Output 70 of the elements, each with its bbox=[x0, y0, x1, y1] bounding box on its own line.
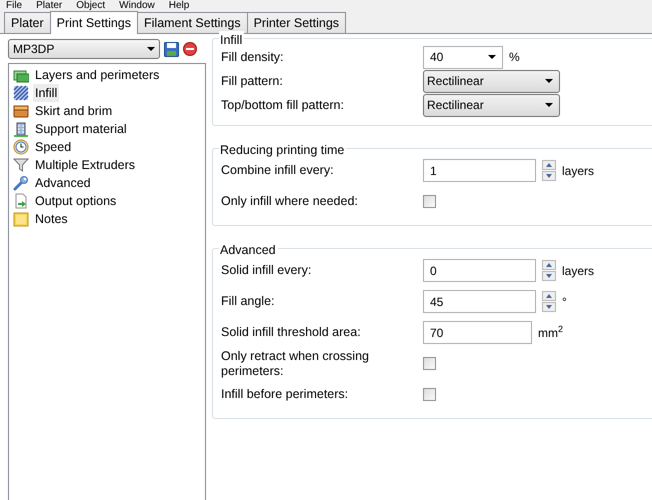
caret-icon bbox=[147, 47, 155, 51]
tab[interactable]: Filament Settings bbox=[137, 12, 248, 33]
unit-label: % bbox=[509, 49, 520, 66]
spin-down-button[interactable] bbox=[542, 271, 556, 281]
caret-icon bbox=[545, 79, 553, 83]
field-label: Top/bottom fill pattern: bbox=[221, 98, 345, 112]
tab[interactable]: Plater bbox=[4, 12, 51, 33]
caret-icon bbox=[488, 55, 496, 59]
document-arrow-icon bbox=[13, 193, 29, 209]
unit-label: layers bbox=[562, 162, 594, 180]
unit-label: layers bbox=[562, 262, 594, 280]
clock-icon bbox=[13, 139, 29, 155]
note-icon bbox=[13, 211, 29, 227]
unit-label: ° bbox=[562, 294, 567, 310]
caret-icon bbox=[545, 103, 553, 107]
spin-up-button[interactable] bbox=[542, 160, 556, 170]
spin-down-button[interactable] bbox=[542, 171, 556, 181]
checkbox[interactable] bbox=[423, 357, 436, 370]
sidebar-item[interactable]: Support material bbox=[33, 120, 129, 138]
menu-item[interactable]: File bbox=[6, 0, 22, 12]
menu-item[interactable]: Window bbox=[119, 0, 155, 12]
field-label: Solid infill every: bbox=[221, 263, 312, 278]
input-field[interactable]: 0 bbox=[423, 259, 536, 282]
delete-icon[interactable] bbox=[183, 42, 197, 56]
field-label: Combine infill every: bbox=[221, 163, 335, 178]
hatch-icon bbox=[13, 85, 29, 101]
menu-item[interactable]: Plater bbox=[36, 0, 62, 12]
checkbox[interactable] bbox=[423, 388, 436, 401]
field-label: Fill density: bbox=[221, 50, 285, 64]
density-dropdown[interactable]: 40 bbox=[423, 46, 503, 68]
up-arrow-icon bbox=[546, 163, 552, 167]
field-label: Fill pattern: bbox=[221, 74, 284, 88]
input-field[interactable]: 1 bbox=[423, 159, 536, 182]
spin-up-button[interactable] bbox=[542, 291, 556, 301]
up-arrow-icon bbox=[546, 263, 552, 267]
field-label: Only infill where needed: bbox=[221, 194, 359, 209]
unit-label: mm$^{2}$ bbox=[538, 324, 564, 342]
input-field[interactable]: 70 bbox=[423, 321, 532, 344]
sidebar-item[interactable]: Multiple Extruders bbox=[33, 156, 138, 174]
down-arrow-icon bbox=[546, 274, 552, 278]
field-label: Solid infill threshold area: bbox=[221, 325, 362, 340]
checkbox[interactable] bbox=[423, 195, 436, 208]
field-label: Infill before perimeters: bbox=[221, 387, 350, 402]
sidebar-item[interactable]: Layers and perimeters bbox=[33, 66, 162, 84]
field-label: Fill angle: bbox=[221, 294, 276, 309]
spin-up-button[interactable] bbox=[542, 260, 556, 270]
pattern-dropdown[interactable]: Rectilinear bbox=[423, 94, 560, 116]
funnel-icon bbox=[13, 157, 29, 173]
spin-down-button[interactable] bbox=[542, 302, 556, 312]
sidebar-item[interactable]: Skirt and brim bbox=[33, 102, 114, 120]
save-icon[interactable] bbox=[164, 42, 179, 56]
menu-item[interactable]: Help bbox=[168, 0, 190, 12]
sidebar-item[interactable]: Speed bbox=[33, 138, 74, 156]
tab[interactable]: Printer Settings bbox=[246, 12, 346, 33]
down-arrow-icon bbox=[546, 305, 552, 309]
sidebar-item[interactable]: Notes bbox=[33, 210, 70, 228]
sidebar-item[interactable]: Advanced bbox=[33, 174, 93, 192]
up-arrow-icon bbox=[546, 294, 552, 298]
box-icon bbox=[13, 103, 29, 119]
field-label: Only retract when crossing perimeters: bbox=[221, 348, 370, 378]
sidebar-item[interactable]: Infill bbox=[33, 84, 60, 102]
building-icon bbox=[13, 121, 29, 137]
wrench-icon bbox=[13, 175, 29, 191]
tab[interactable]: Print Settings bbox=[50, 11, 138, 34]
pattern-dropdown[interactable]: Rectilinear bbox=[423, 70, 560, 92]
input-field[interactable]: 45 bbox=[423, 290, 536, 313]
sidebar-item[interactable]: Output options bbox=[33, 192, 118, 210]
down-arrow-icon bbox=[546, 174, 552, 178]
menu-item[interactable]: Object bbox=[76, 0, 106, 12]
preset-dropdown[interactable]: MP3DP bbox=[8, 39, 160, 59]
